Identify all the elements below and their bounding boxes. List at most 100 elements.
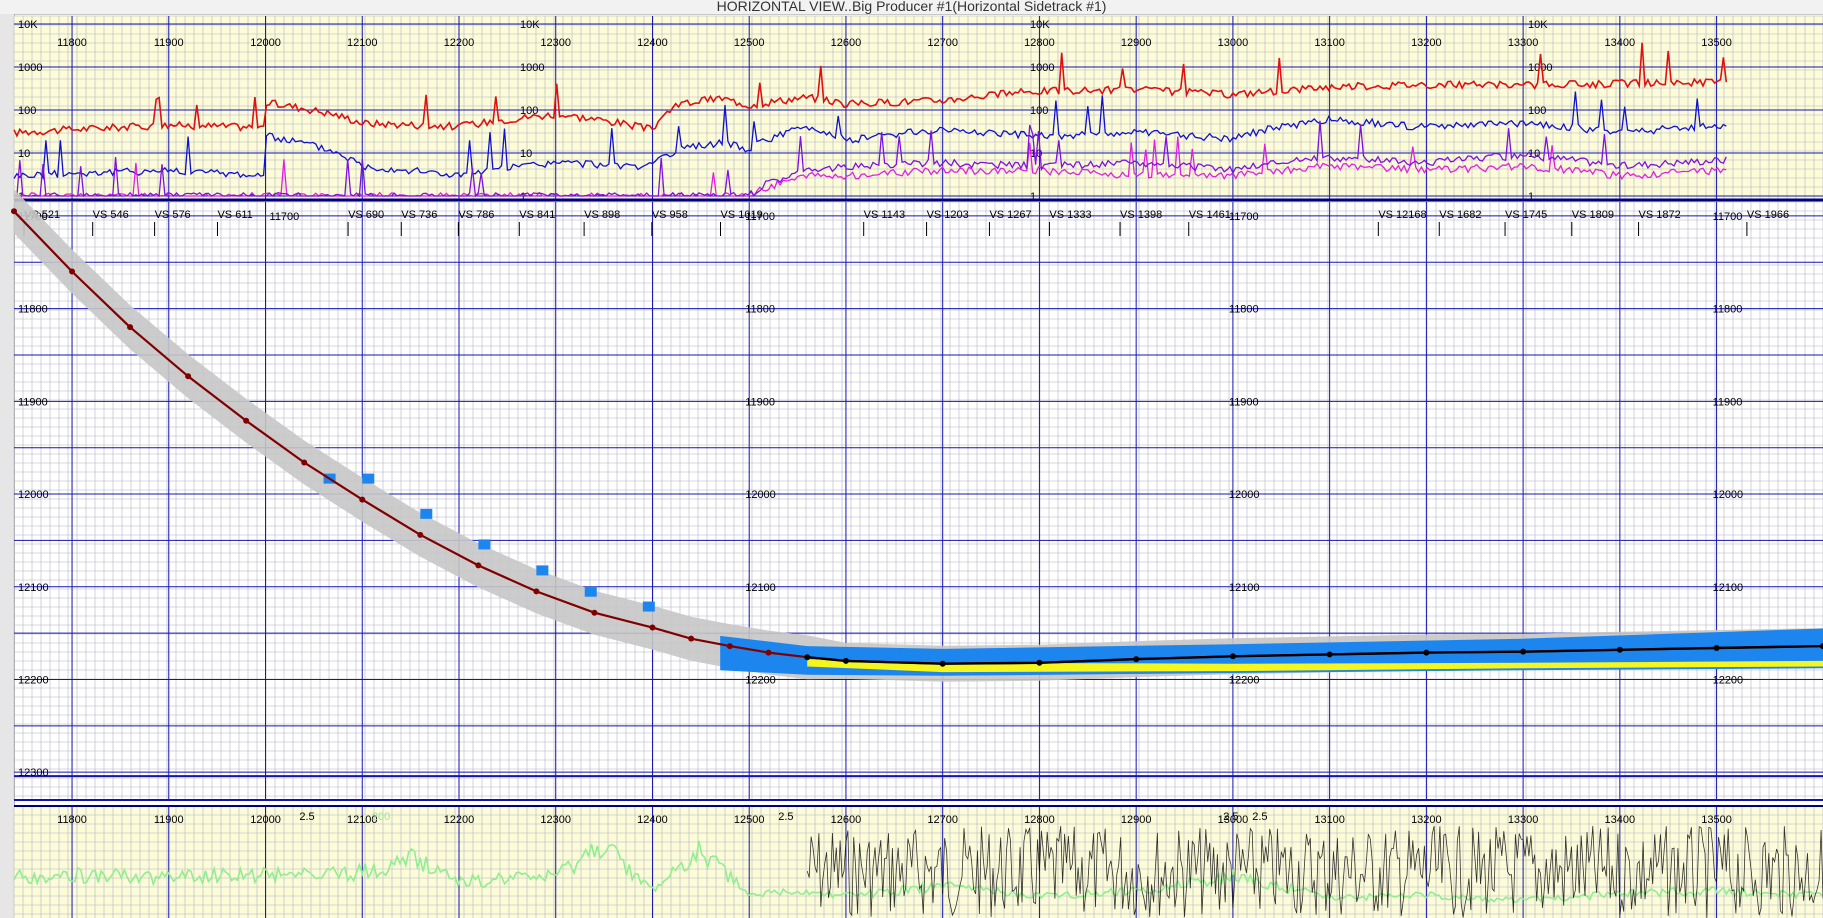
depth-tick-label: 11700 [745,211,775,223]
top-track-y-tick: 10K [520,19,540,31]
vs-label: VS 1461 [1189,209,1231,221]
depth-tick-label: 11700 [1229,211,1259,223]
survey-station [417,531,424,538]
bottom-track-scale-label: 2.5 [299,811,314,823]
depth-tick-label: 11800 [1229,304,1259,316]
depth-tick-label: 11900 [1229,396,1259,408]
vs-label: VS 1966 [1747,209,1789,221]
depth-tick-label: 12000 [745,489,776,501]
survey-station [1616,646,1623,653]
depth-tick-label: 12000 [18,489,49,501]
top-track-y-tick: 10 [520,148,532,160]
depth-tick-label: 12100 [745,582,776,594]
depth-tick-label: 11900 [745,396,775,408]
vs-label: VS 898 [584,209,620,221]
top-track-x-tick: 12000 [250,37,281,49]
top-track-y-tick: 10 [18,148,30,160]
bottom-track-scale-label: 200 [372,811,390,823]
top-track-y-tick: 100 [18,105,36,117]
vs-label: VS 1143 [864,209,905,221]
tolerance-envelope [14,189,1823,682]
top-track-y-tick: 10K [18,19,38,31]
vs-label: VS 1398 [1120,209,1162,221]
survey-station [1713,644,1720,651]
depth-tick-label: 11800 [18,304,48,316]
top-track-x-tick: 13300 [1508,37,1539,49]
top-track-x-tick: 12600 [831,37,862,49]
depth-tick-label: 12100 [1229,582,1260,594]
survey-station [301,459,308,466]
top-track-x-tick: 11900 [154,37,184,49]
vs-label: VS 841 [519,209,555,221]
target-marker [584,586,597,597]
survey-station [69,268,76,275]
top-track-x-tick: 12300 [540,37,571,49]
survey-station [359,496,366,503]
vs-label: VS 1267 [989,209,1031,221]
survey-station [11,208,17,215]
survey-station [1326,651,1333,658]
depth-tick-label: 11900 [1713,396,1743,408]
depth-tick-label: 11800 [1713,304,1743,316]
bottom-track-background [14,806,1823,918]
bottom-track-x-tick: 11800 [57,814,87,826]
top-track-x-tick: 12500 [734,37,765,49]
survey-station [127,324,134,331]
survey-station [1229,653,1236,660]
bottom-track-scale-label: 2.5 [1252,811,1267,823]
survey-station [649,624,656,631]
top-track-x-tick: 12200 [444,37,475,49]
survey-station [1133,656,1140,663]
bottom-track-scale-label: 2.5 [1223,811,1238,823]
target-marker [478,539,491,550]
bottom-track-x-tick: 12200 [444,814,475,826]
cross-section-grid [13,201,1823,800]
vs-label: VS 546 [93,209,129,221]
survey-station [804,654,811,661]
horizontal-view-chart: 10K 10K 10K 10K1000 1000 1000 1000100 100 100 100… [11,15,1823,918]
depth-tick-label: 12300 [18,767,49,779]
vs-label: VS 1872 [1639,209,1681,221]
bottom-track-x-tick: 12400 [637,814,668,826]
depth-tick-label: 12200 [1713,674,1744,686]
depth-tick-label: 11900 [18,396,48,408]
depth-tick-label: 12200 [1229,674,1260,686]
survey-station [591,609,598,616]
top-track-x-tick: 12900 [1121,37,1152,49]
bottom-track-x-tick: 12800 [1024,814,1055,826]
survey-station [765,649,772,656]
survey-station [1036,659,1043,666]
depth-tick-label: 12100 [18,582,49,594]
depth-tick-label: 12200 [745,674,776,686]
depth-tick-label: 12100 [1713,582,1744,594]
vs-label: VS 786 [458,209,494,221]
top-track-x-tick: 12800 [1024,37,1055,49]
top-track-x-tick: 12100 [347,37,378,49]
vs-label: VS 1745 [1505,209,1547,221]
bottom-track-x-tick: 13200 [1411,814,1442,826]
bottom-track-x-tick: 13500 [1701,814,1732,826]
target-marker [642,601,655,612]
top-track-y-tick: 1000 [18,62,42,74]
vs-label: VS 736 [401,209,437,221]
top-track-x-tick: 13200 [1411,37,1442,49]
top-track-x-tick: 13100 [1314,37,1345,49]
target-marker [362,473,375,484]
top-track-y-tick: 1000 [1030,62,1054,74]
bottom-track-x-tick: 13400 [1605,814,1636,826]
depth-tick-label: 11700 [270,211,300,223]
depth-tick-label: 12000 [1713,489,1744,501]
bottom-track-scale-label: 2.5 [778,811,793,823]
bottom-track-x-tick: 12300 [540,814,571,826]
target-marker [536,565,549,576]
vs-label: VS 690 [348,209,384,221]
bottom-track-x-tick: 13300 [1508,814,1539,826]
vs-label: VS 1682 [1439,209,1481,221]
bottom-track-x-tick: 12600 [831,814,862,826]
top-track-y-tick: 10K [1030,19,1050,31]
top-track-x-tick: 13500 [1701,37,1732,49]
top-track-x-tick: 13400 [1605,37,1636,49]
vs-label: VS 1203 [927,209,969,221]
depth-tick-label: 12000 [1229,489,1260,501]
depth-tick-label: 11800 [745,304,775,316]
